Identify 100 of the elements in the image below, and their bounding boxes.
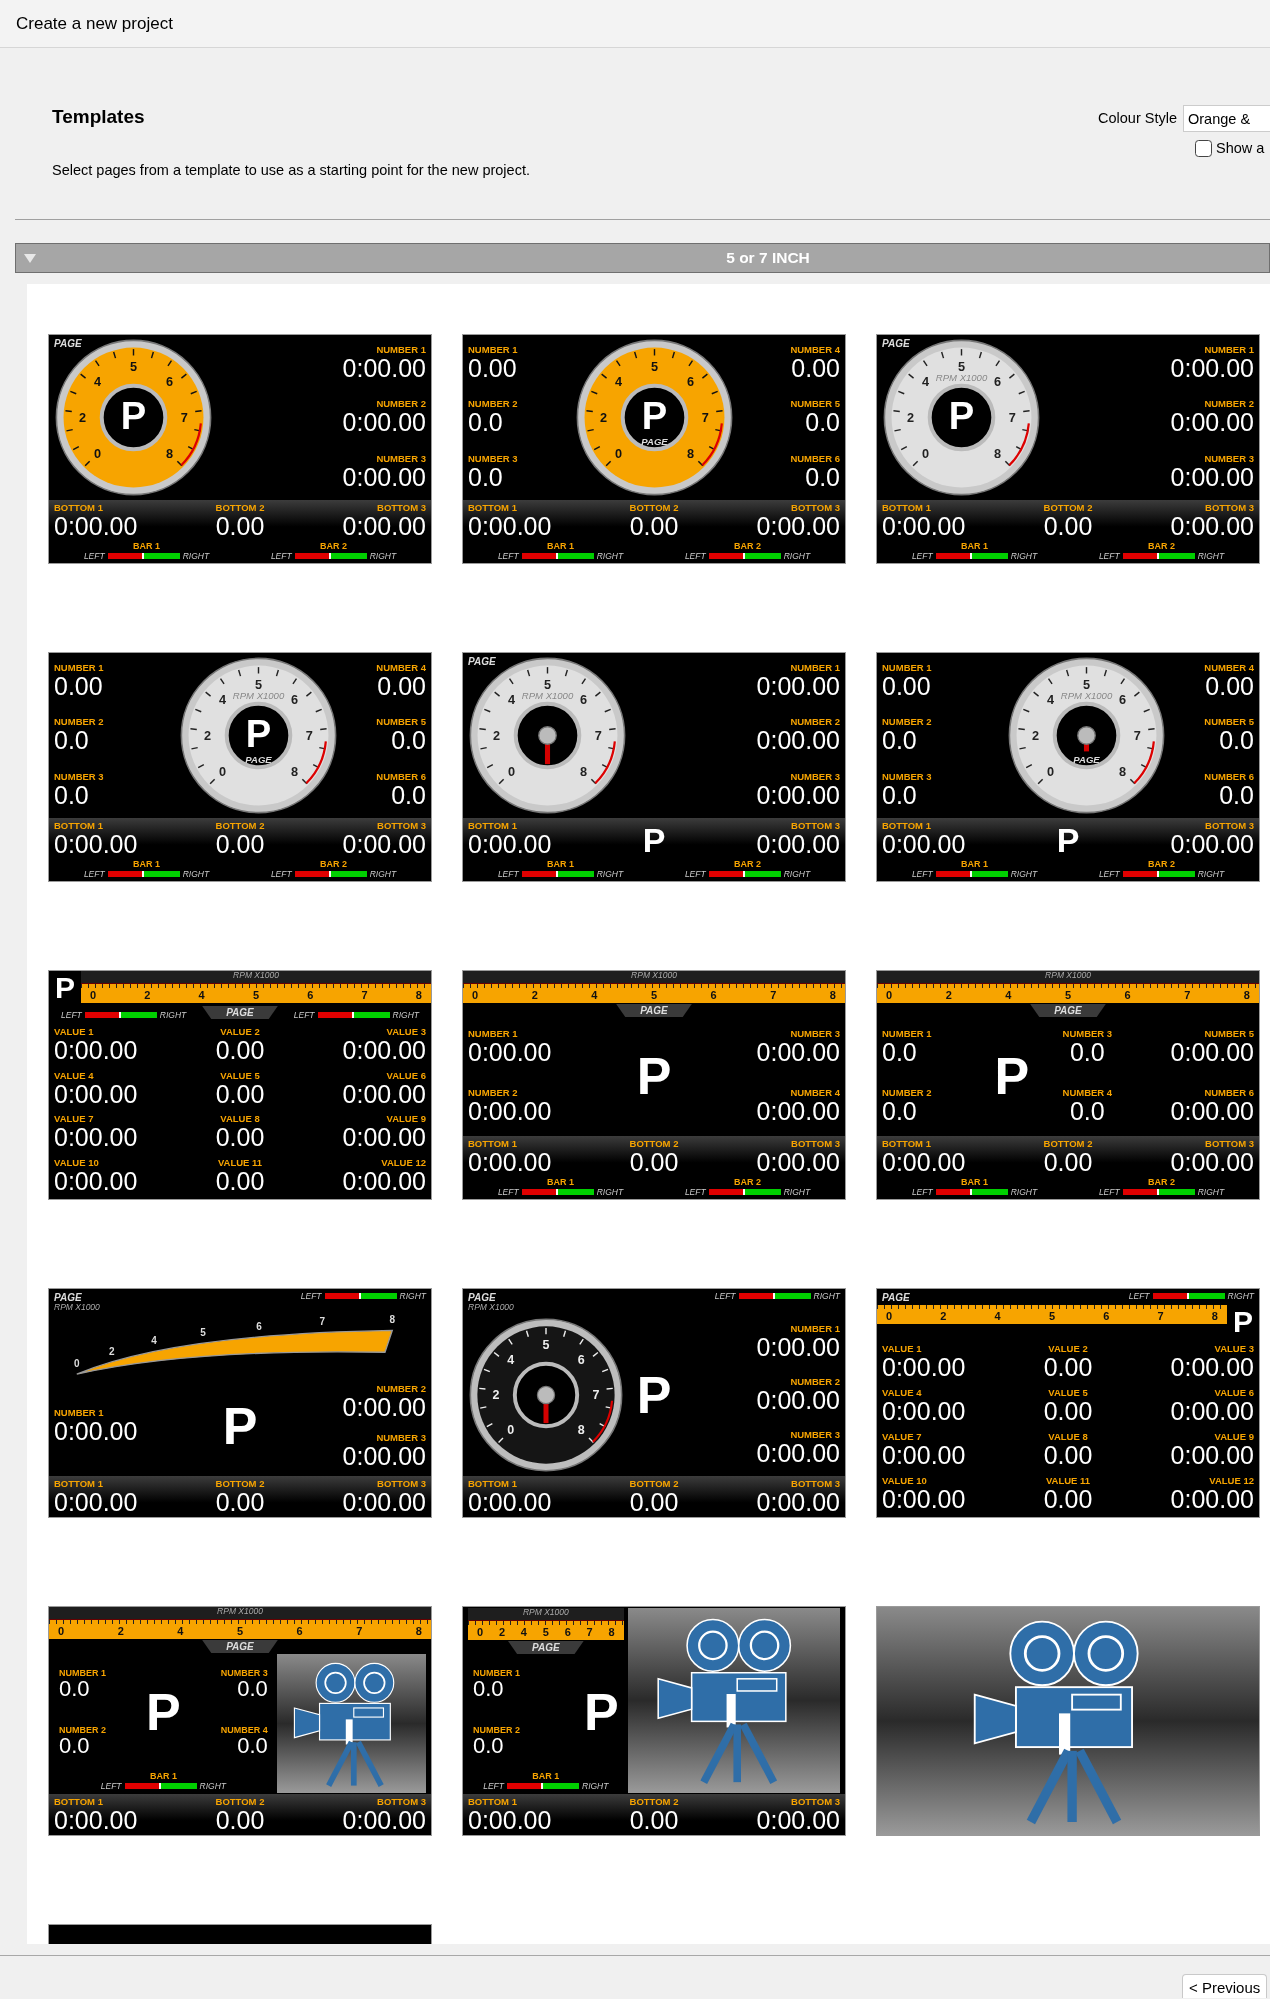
template-preview[interactable]: RPM X1000 0 2 4 5 6 7 8 PAGE NUMBER 1 0.0 NUMBER 2 0.0 P NUMBER 3 0.0 NUMBER 4 0.0 NUMBER 5 0:00.00 NUMBER 6 0:00.00 BOTTOM 1 0:00.00 BOTTOM 2 0.00 BOTTOM 3 0:00.00 BAR 1 LEFT RIGHT BAR 2 LEFT RIGHT [876,970,1260,1200]
field-label: NUMBER 2 [376,1383,426,1395]
field-label: BOTTOM 3 [1205,1138,1254,1150]
field-value: 0.00 [215,513,265,539]
gauge-number: 2 [493,727,501,743]
field-value: 0:00.00 [882,1398,966,1424]
field-label: NUMBER 4 [376,663,426,675]
scale-number: 5 [650,989,658,1002]
colour-style-dropdown[interactable]: Orange & [1183,105,1270,132]
gauge-number: 2 [204,727,212,743]
field-value: 0.00 [791,356,840,382]
template-preview[interactable] [48,970,432,1200]
field-label: NUMBER 2 [468,399,518,411]
gauge-number: 0 [94,445,102,461]
template-preview[interactable]: RPM X1000 0 2 4 5 6 7 8 PAGE NUMBER 1 0.0 NUMBER 2 0.0 P NUMBER 3 0.0 NUMBER 4 0.0 BAR 1 LEFT RIGHT BOTTOM 1 0:00.00 BOTTOM 2 0.00 BOTTOM 3 0:00.00 [48,1606,432,1836]
template-preview[interactable]: PAGE RPM X1000 LEFT RIGHT 0 2 4 5 6 7 8 NUMBER 1 0:00.00 P NUMBER 2 0:00.00 NUMBER 3 0:00.00 BOTTOM 1 0:00.00 BOTTOM 2 0.00 BOTTOM 3 0:00.00 [48,1288,432,1518]
field-label: NUMBER 5 [1204,717,1254,729]
field-label: NUMBER 3 [220,1667,268,1678]
field-label: BOTTOM 3 [791,1138,840,1150]
field-label: BOTTOM 3 [791,502,840,514]
field-value: 0:00.00 [756,1441,840,1467]
scale-label: RPM X1000 [521,689,574,701]
field-label: NUMBER 5 [1204,1029,1254,1041]
gear-indicator: P [994,1050,1030,1103]
previous-button[interactable]: < Previous [1182,1974,1268,1998]
template-preview[interactable]: NUMBER 1 0.00 NUMBER 2 0.0 NUMBER 3 0.0 0 2 4 5 6 7 8 RPM X1000 P PAGE NUMBER 4 0.00 NUMBER 5 0.0 NUMBER 6 0.0 BOTTOM 1 0:00.00 BOTTOM 2 0.00 BOTTOM 3 0:00.00 BAR 1 LEFT RIGHT BAR 2 LEFT RIGHT [48,652,432,882]
scale-number: 7 [1157,1310,1164,1323]
field-value: 0.00 [1043,1398,1093,1424]
template-preview[interactable]: PAGE 0 2 4 5 6 7 8 P NUMBER 1 0:00.00 NUMBER 2 0:00.00 NUMBER 3 0:00.00 BOTTOM 1 0:00.00 BOTTOM 2 0.00 BOTTOM 3 0:00.00 BAR 1 LEFT RIGHT BAR 2 LEFT RIGHT [48,334,432,564]
field-label: NUMBER 1 [59,1667,106,1678]
bar-end-label: LEFT [1128,1292,1150,1301]
field-value: 0:00.00 [1170,1354,1254,1380]
template-preview[interactable]: PAGE RPM X1000 LEFT RIGHT 0 2 4 5 6 7 8 P NUMBER 1 0:00.00 NUMBER 2 0:00.00 NUMBER 3 0:00.00 BOTTOM 1 0:00.00 BOTTOM 2 0.00 BOTTOM 3 0:00.00 [462,1288,846,1518]
field-label: BOTTOM 1 [54,1479,103,1490]
field-value: 0:00.00 [54,1037,138,1063]
gauge-number: 0 [614,445,622,461]
field-value: 0:00.00 [54,1125,138,1151]
field-value: 0:00.00 [54,513,138,539]
scale-number: 6 [1124,989,1131,1002]
scale-label: RPM X1000 [521,1608,570,1618]
field-value: 0:00.00 [756,831,840,857]
field-label: NUMBER 6 [376,771,426,783]
field-value: 0.00 [215,1081,265,1107]
scale-label: RPM X1000 [216,1607,264,1617]
gear-indicator: P [948,393,975,437]
field-label: VALUE 1 [882,1344,922,1355]
field-label: NUMBER 1 [882,1029,932,1041]
bar-end-label: RIGHT [783,869,811,878]
scale-number: 6 [1103,1310,1110,1323]
template-preview[interactable]: PAGE 0 2 4 5 6 7 8 RPM X1000 NUMBER 1 0:00.00 NUMBER 2 0:00.00 NUMBER 3 0:00.00 BOTTOM 1 0:00.00 P BOTTOM 3 0:00.00 BAR 1 LEFT RIGHT BAR 2 LEFT RIGHT [462,652,846,882]
page-tab: PAGE [508,1641,584,1655]
scale-number: 0 [886,989,893,1002]
gauge-number: 5 [200,1327,206,1339]
scale-number: 4 [1005,989,1012,1002]
bar-end-label: LEFT [300,1292,322,1301]
field-value: 0:00.00 [756,513,840,539]
gauge-number: 4 [1047,691,1055,707]
bar-end-label: LEFT [270,869,292,878]
gauge-number: 7 [319,1316,325,1328]
template-preview[interactable]: RPM X1000 0 2 4 5 6 7 8 PAGE NUMBER 1 0.0 NUMBER 2 0.0 P BAR 1 LEFT RIGHT BOTTOM 1 0:00.00 BOTTOM 2 0.00 BOTTOM 3 0:00.00 [462,1606,846,1836]
bar-title: BAR 2 [1148,1177,1175,1188]
field-value: 0.0 [54,782,89,808]
field-value: 0.0 [1219,728,1254,754]
template-preview[interactable]: RPM X1000 0 2 4 5 6 7 8 PAGE NUMBER 1 0:00.00 NUMBER 2 0:00.00 P NUMBER 3 0:00.00 NUMBER 4 0:00.00 BOTTOM 1 0:00.00 BOTTOM 2 0.00 BOTTOM 3 0:00.00 BAR 1 LEFT RIGHT BAR 2 LEFT RIGHT [462,970,846,1200]
field-label: NUMBER 3 [376,1432,426,1444]
field-label: BOTTOM 2 [215,1479,265,1490]
bar-title: BAR 1 [149,1771,177,1782]
field-label: NUMBER 5 [376,717,426,729]
gear-indicator: P [246,711,272,755]
gear-indicator: P [636,1369,672,1422]
scale-number: 0 [472,989,479,1002]
scale-number: 2 [117,1625,124,1638]
scale-number: 5 [236,1625,244,1638]
field-value: 0.0 [237,1735,268,1758]
bar-end-label: RIGHT [1010,1187,1038,1196]
template-preview[interactable]: PAGE 0 2 4 5 6 7 8 RPM X1000 P NUMBER 1 0:00.00 NUMBER 2 0:00.00 NUMBER 3 0:00.00 BOTTOM 1 0:00.00 BOTTOM 2 0.00 BOTTOM 3 0:00.00 BAR 1 LEFT RIGHT BAR 2 LEFT RIGHT [876,334,1260,564]
template-preview[interactable]: NUMBER 1 0.00 NUMBER 2 0.0 NUMBER 3 0.0 0 2 4 5 6 7 8 RPM X1000 PAGE NUMBER 4 0.00 NUMBER 5 0.0 NUMBER 6 0.0 BOTTOM 1 0:00.00 P BOTTOM 3 0:00.00 BAR 1 LEFT RIGHT BAR 2 LEFT RIGHT [876,652,1260,882]
gauge-number: 0 [74,1358,80,1370]
field-label: NUMBER 4 [1204,663,1254,675]
bar-title: BAR 2 [734,541,761,552]
field-label: NUMBER 6 [1204,1087,1254,1099]
field-label: NUMBER 6 [1204,771,1254,783]
template-preview[interactable] [876,1606,1260,1836]
template-preview[interactable]: NUMBER 1 0.00 NUMBER 2 0.0 NUMBER 3 0.0 0 2 4 5 6 7 8 P PAGE NUMBER 4 0.00 NUMBER 5 0.0 NUMBER 6 0.0 BOTTOM 1 0:00.00 BOTTOM 2 0.00 BOTTOM 3 0:00.00 BAR 1 LEFT RIGHT BAR 2 LEFT RIGHT [462,334,846,564]
field-value: 0:00.00 [1170,1149,1254,1175]
field-label: VALUE 6 [1214,1388,1254,1399]
field-value: 0:00.00 [54,831,138,857]
field-value: 0.00 [1043,1486,1093,1512]
scale-number: 4 [198,989,205,1002]
gauge-number: 7 [1134,727,1142,743]
gauge-number: 2 [907,409,915,425]
checkbox[interactable] [1195,140,1212,158]
field-label: BOTTOM 2 [629,1479,679,1490]
scale-number: 5 [1048,1310,1055,1323]
template-preview[interactable] [876,1288,1260,1518]
bar-end-label: LEFT [83,551,105,560]
field-value: 0.0 [391,728,426,754]
field-value: 0:00.00 [342,1443,426,1469]
field-label: BOTTOM 3 [1205,502,1254,514]
gauge-number: 2 [1032,727,1040,743]
